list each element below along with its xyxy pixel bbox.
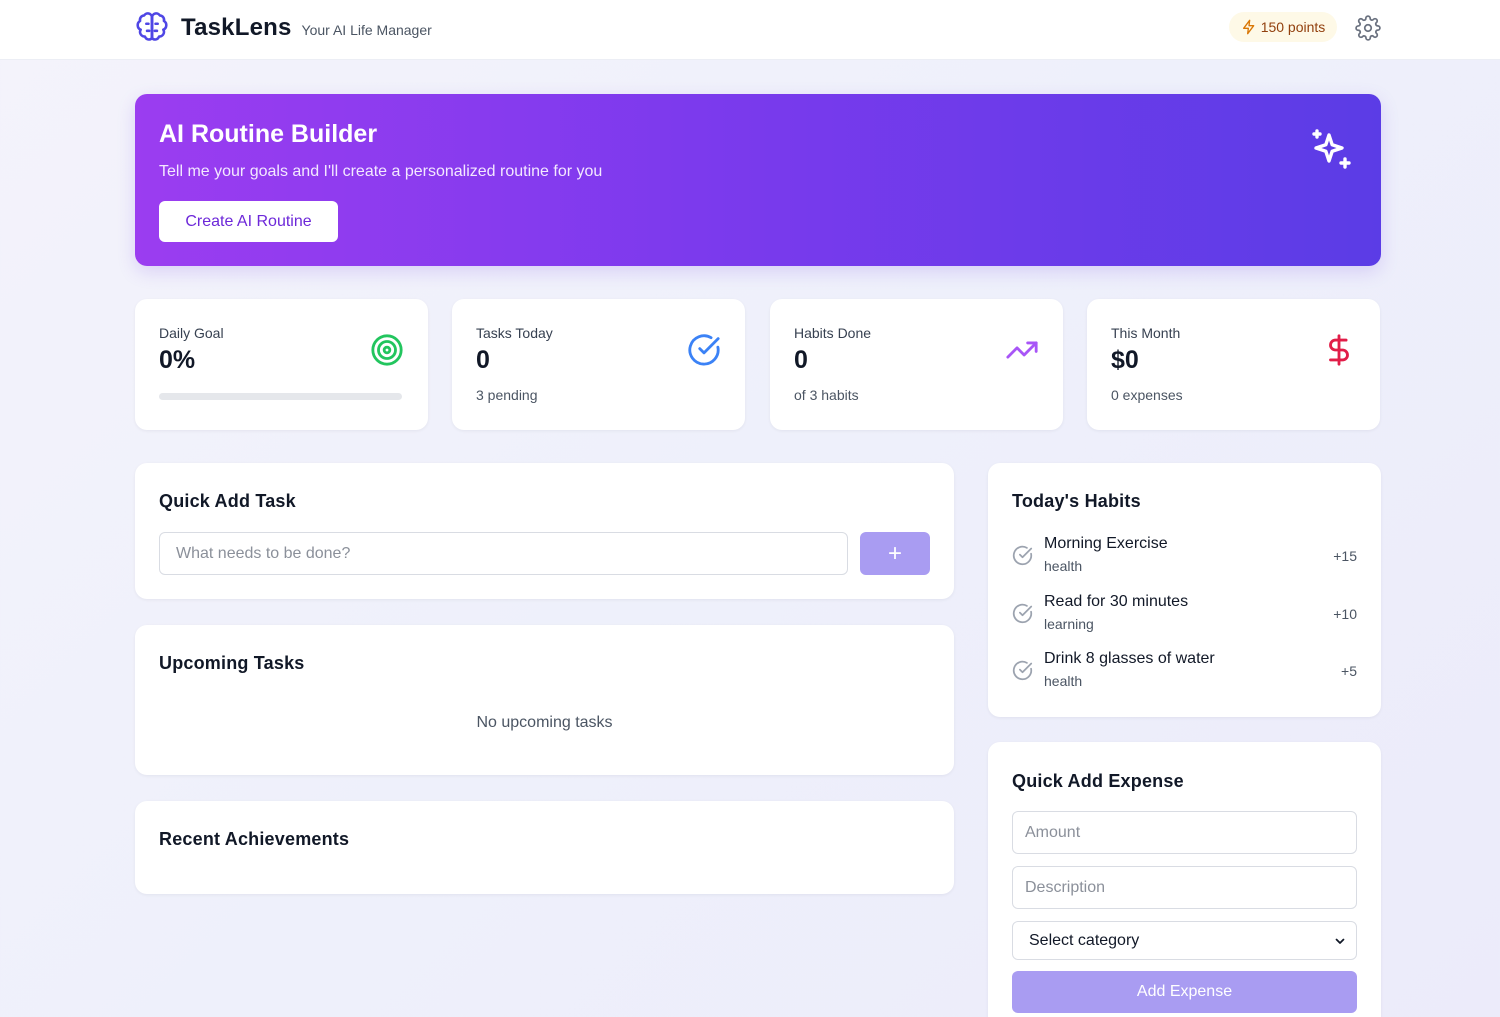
daily-goal-progress: [159, 393, 402, 400]
app-tagline: Your AI Life Manager: [301, 22, 432, 38]
add-expense-button[interactable]: Add Expense: [1012, 971, 1357, 1013]
brand[interactable]: TaskLens Your AI Life Manager: [135, 11, 432, 45]
panel-title: Today's Habits: [1012, 491, 1141, 511]
dollar-icon: [1322, 333, 1356, 367]
banner-title: AI Routine Builder: [159, 120, 378, 148]
check-circle-icon[interactable]: [1012, 545, 1033, 566]
brain-icon: [135, 11, 169, 45]
bolt-icon: [1241, 19, 1257, 35]
stat-label: Daily Goal: [159, 325, 224, 341]
target-icon: [370, 333, 404, 367]
stat-label: Tasks Today: [476, 325, 553, 341]
chevron-down-icon: [1334, 935, 1346, 947]
stat-label: This Month: [1111, 325, 1181, 341]
stat-subtext: 3 pending: [476, 387, 538, 403]
stat-subtext: of 3 habits: [794, 387, 859, 403]
habit-name: Drink 8 glasses of water: [1044, 650, 1215, 667]
sparkles-icon: [1307, 126, 1355, 174]
check-circle-icon: [687, 333, 721, 367]
habit-points: +5: [1341, 663, 1357, 679]
ai-routine-banner: AI Routine Builder Tell me your goals an…: [135, 94, 1381, 266]
category-select[interactable]: Select category: [1012, 921, 1357, 960]
task-input[interactable]: [159, 532, 848, 575]
habit-category: learning: [1044, 616, 1094, 632]
habit-points: +10: [1333, 606, 1357, 622]
habit-item[interactable]: Drink 8 glasses of water health +5: [1012, 650, 1357, 696]
panel-title: Quick Add Expense: [1012, 771, 1184, 791]
stat-value: $0: [1111, 346, 1139, 374]
panel-title: Recent Achievements: [159, 829, 350, 849]
habit-category: health: [1044, 673, 1083, 689]
stat-value: 0: [476, 346, 490, 374]
stat-card-tasks-today: Tasks Today 0 3 pending: [452, 299, 745, 430]
empty-state-text: No upcoming tasks: [476, 714, 613, 731]
check-circle-icon[interactable]: [1012, 603, 1033, 624]
add-task-button[interactable]: +: [860, 532, 930, 575]
stat-card-daily-goal: Daily Goal 0%: [135, 299, 428, 430]
trending-up-icon: [1005, 333, 1039, 367]
gear-icon[interactable]: [1355, 15, 1381, 41]
habit-item[interactable]: Morning Exercise health +15: [1012, 535, 1357, 581]
stat-value: 0%: [159, 346, 196, 374]
description-field[interactable]: [1012, 866, 1357, 909]
stat-value: 0: [794, 346, 808, 374]
habit-item[interactable]: Read for 30 minutes learning +10: [1012, 593, 1357, 639]
quick-add-expense-panel: Quick Add Expense Select category Add Ex…: [988, 742, 1381, 1017]
habit-name: Read for 30 minutes: [1044, 593, 1189, 610]
app-name: TaskLens: [181, 14, 292, 41]
stat-card-this-month: This Month $0 0 expenses: [1087, 299, 1380, 430]
banner-subtitle: Tell me your goals and I'll create a per…: [159, 163, 603, 180]
points-badge[interactable]: 150 points: [1229, 12, 1337, 42]
panel-title: Upcoming Tasks: [159, 653, 305, 673]
stat-label: Habits Done: [794, 325, 872, 341]
stat-subtext: 0 expenses: [1111, 387, 1183, 403]
amount-field[interactable]: [1012, 811, 1357, 854]
quick-add-task-panel: Quick Add Task +: [135, 463, 954, 599]
top-header: TaskLens Your AI Life Manager 150 points: [0, 0, 1500, 60]
upcoming-tasks-panel: Upcoming Tasks No upcoming tasks: [135, 625, 954, 775]
habit-name: Morning Exercise: [1044, 535, 1168, 552]
points-text: 150 points: [1260, 19, 1326, 35]
check-circle-icon[interactable]: [1012, 660, 1033, 681]
category-selected-value: Select category: [1029, 931, 1140, 949]
recent-achievements-panel: Recent Achievements: [135, 801, 954, 894]
stat-card-habits-done: Habits Done 0 of 3 habits: [770, 299, 1063, 430]
habit-category: health: [1044, 558, 1083, 574]
habit-points: +15: [1333, 548, 1357, 564]
panel-title: Quick Add Task: [159, 491, 296, 511]
create-ai-routine-button[interactable]: Create AI Routine: [159, 201, 338, 242]
todays-habits-panel: Today's Habits Morning Exercise health +…: [988, 463, 1381, 717]
